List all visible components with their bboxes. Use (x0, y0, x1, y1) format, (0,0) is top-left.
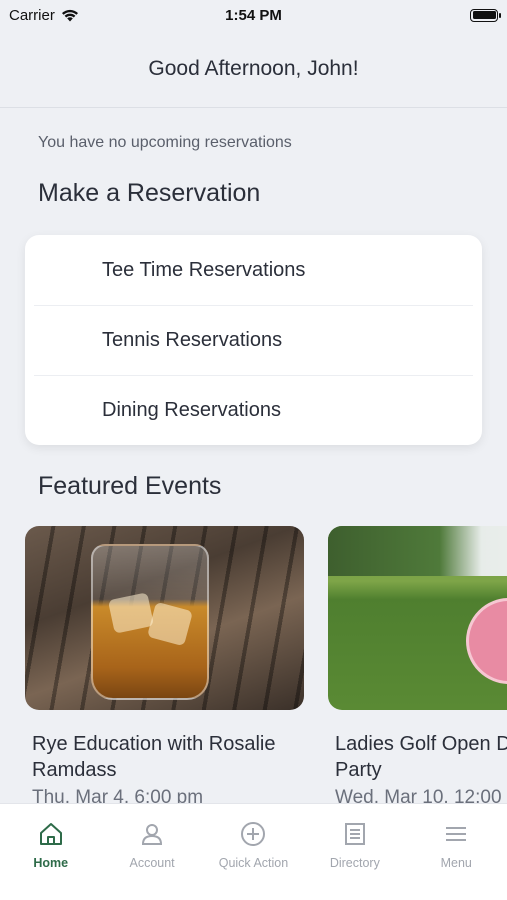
country-club-seal-icon (466, 598, 507, 684)
account-icon (142, 824, 163, 845)
home-icon (39, 823, 62, 845)
status-left: Carrier (9, 7, 79, 24)
reservation-item-label: Tennis Reservations (102, 329, 283, 351)
menu-icon (446, 827, 467, 841)
tab-label: Directory (329, 856, 380, 870)
tab-label: Quick Action (218, 856, 289, 870)
glass-shape (91, 544, 209, 700)
tab-menu[interactable]: Menu (406, 820, 506, 900)
event-card[interactable]: Ladies Golf Open Dinner Party Wed, Mar 1… (328, 526, 507, 806)
featured-events-carousel[interactable]: Rye Education with Rosalie Ramdass Thu, … (25, 526, 507, 806)
greeting-title: Good Afternoon, John! (148, 56, 359, 80)
tennis-reservation-item[interactable]: Tennis Reservations (34, 305, 473, 375)
no-reservations-message: You have no upcoming reservations (38, 134, 292, 151)
reservation-item-label: Tee Time Reservations (102, 258, 306, 281)
reservation-item-label: Dining Reservations (102, 399, 281, 421)
directory-icon (344, 823, 365, 845)
battery-icon (470, 8, 501, 22)
tab-label: Menu (440, 856, 472, 870)
tab-home[interactable]: Home (1, 820, 101, 900)
tab-account[interactable]: Account (102, 820, 202, 900)
tab-directory[interactable]: Directory (305, 820, 405, 900)
golf-course-image (328, 526, 507, 710)
wifi-icon (61, 9, 78, 21)
make-reservation-title: Make a Reservation (38, 179, 261, 207)
tab-quick-action[interactable]: Quick Action (203, 820, 303, 900)
dining-reservation-item[interactable]: Dining Reservations (34, 375, 473, 445)
tab-label: Account (129, 856, 175, 870)
tab-label: Home (33, 856, 69, 870)
whiskey-glass-image (25, 526, 304, 710)
reservation-card: Tee Time Reservations Tennis Reservation… (25, 235, 482, 445)
tee-time-reservation-item[interactable]: Tee Time Reservations (34, 235, 473, 305)
tab-bar: Home Account Quick Action Directory Menu (0, 803, 507, 900)
featured-events-title: Featured Events (38, 472, 222, 500)
event-card[interactable]: Rye Education with Rosalie Ramdass Thu, … (25, 526, 304, 806)
carrier-label: Carrier (9, 6, 55, 24)
status-bar: Carrier 1:54 PM (0, 0, 507, 30)
header: Good Afternoon, John! (0, 30, 507, 108)
event-title: Rye Education with Rosalie Ramdass (32, 733, 276, 781)
event-title: Ladies Golf Open Dinner Party (335, 733, 507, 781)
plus-circle-icon (241, 822, 266, 846)
